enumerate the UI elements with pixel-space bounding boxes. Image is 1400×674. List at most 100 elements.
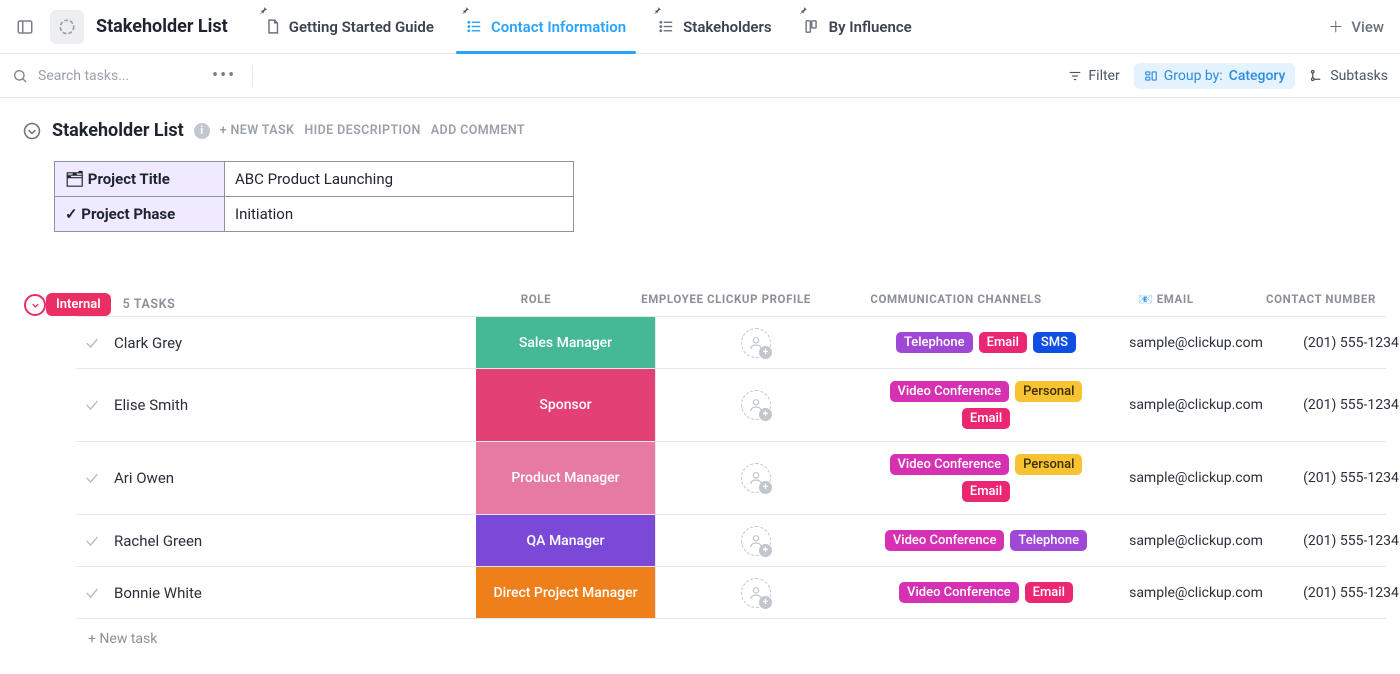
check-icon[interactable] (84, 470, 100, 486)
list-header: Stakeholder List i + NEW TASK HIDE DESCR… (14, 114, 1386, 155)
group-task-count: 5 TASKS (123, 297, 176, 312)
role-cell[interactable]: Sales Manager (476, 317, 656, 368)
channel-tag[interactable]: Video Conference (885, 530, 1005, 551)
task-rows: Clark GreySales Manager + Telephone Email SM… (76, 316, 1386, 619)
channel-tag[interactable]: Telephone (1010, 530, 1087, 551)
task-row[interactable]: Elise SmithSponsor + Video ConferencePerso… (76, 369, 1386, 442)
tab-contact-information[interactable]: Contact Information (450, 0, 642, 53)
channels-cell[interactable]: Video ConferenceTelephone (856, 515, 1116, 566)
tab-stakeholders[interactable]: Stakeholders (642, 0, 787, 53)
column-header-email[interactable]: 📧 EMAIL (1086, 292, 1246, 316)
column-header-profile[interactable]: EMPLOYEE CLICKUP PROFILE (626, 292, 826, 316)
check-icon[interactable] (84, 585, 100, 601)
contact-cell[interactable]: (201) 555-1234 (1276, 442, 1400, 514)
channel-tag[interactable]: Email (962, 408, 1010, 429)
email-cell[interactable]: sample@clickup.com (1116, 369, 1276, 441)
project-info-table: 🗂 Project Title ABC Product Launching ✓ … (54, 161, 574, 232)
assign-user-icon[interactable]: + (741, 526, 771, 556)
channel-tag[interactable]: Telephone (896, 332, 973, 353)
task-name-cell[interactable]: Ari Owen (76, 442, 476, 514)
role-cell[interactable]: Direct Project Manager (476, 567, 656, 618)
tool-row: ••• Filter Group by: Category Subtasks (0, 54, 1400, 98)
project-phase-value[interactable]: Initiation (225, 197, 574, 232)
project-title-value[interactable]: ABC Product Launching (225, 162, 574, 197)
column-header-role[interactable]: ROLE (446, 292, 626, 316)
pin-icon (461, 6, 470, 15)
profile-cell[interactable]: + (656, 317, 856, 368)
task-row[interactable]: Bonnie White Direct Project Manager + Video… (76, 567, 1386, 619)
search-input[interactable] (36, 67, 196, 85)
channel-tag[interactable]: Email (962, 481, 1010, 502)
assign-user-icon[interactable]: + (741, 463, 771, 493)
role-cell[interactable]: Product Manager (476, 442, 656, 514)
channel-tag[interactable]: Video Conference (899, 582, 1019, 603)
group-name-pill[interactable]: Internal (46, 293, 111, 316)
email-cell[interactable]: sample@clickup.com (1116, 317, 1276, 368)
channels-cell[interactable]: Video ConferencePersonalEmail (856, 442, 1116, 514)
tab-label: Stakeholders (683, 18, 771, 36)
channels-cell[interactable]: Video ConferencePersonalEmail (856, 369, 1116, 441)
sidebar-toggle-icon[interactable] (8, 10, 42, 44)
assign-user-icon[interactable]: + (741, 578, 771, 608)
contact-cell[interactable]: (201) 555-1234 (1276, 369, 1400, 441)
task-row[interactable]: Rachel GreenQA Manager + Video ConferenceT… (76, 515, 1386, 567)
channel-tag[interactable]: Video Conference (890, 381, 1010, 402)
search-icon (12, 68, 28, 84)
profile-cell[interactable]: + (656, 567, 856, 618)
task-name-cell[interactable]: Elise Smith (76, 369, 476, 441)
tab-by-influence[interactable]: By Influence (788, 0, 928, 53)
channel-tag[interactable]: SMS (1033, 332, 1076, 353)
search-box[interactable] (12, 67, 196, 85)
hide-description-button[interactable]: HIDE DESCRIPTION (304, 123, 420, 138)
channels-cell[interactable]: Video Conference Email (856, 567, 1116, 618)
profile-cell[interactable]: + (656, 515, 856, 566)
channel-tag[interactable]: Email (1025, 582, 1073, 603)
subtasks-button[interactable]: Subtasks (1309, 68, 1388, 84)
add-comment-button[interactable]: ADD COMMENT (431, 123, 525, 138)
email-cell[interactable]: sample@clickup.com (1116, 442, 1276, 514)
channel-tag[interactable]: Personal (1015, 381, 1082, 402)
filter-button[interactable]: Filter (1068, 68, 1119, 84)
contact-cell[interactable]: (201) 555-1234 (1276, 515, 1400, 566)
channel-tag[interactable]: Video Conference (890, 454, 1010, 475)
new-task-button[interactable]: + NEW TASK (220, 123, 295, 138)
check-icon[interactable] (84, 397, 100, 413)
more-menu-button[interactable]: ••• (206, 65, 242, 86)
task-name-cell[interactable]: Clark Grey (76, 317, 476, 368)
email-cell[interactable]: sample@clickup.com (1116, 515, 1276, 566)
group-by-button[interactable]: Group by: Category (1134, 63, 1296, 89)
check-icon[interactable] (84, 335, 100, 351)
group-collapse-icon[interactable] (24, 294, 46, 316)
info-icon[interactable]: i (194, 123, 210, 139)
new-task-row[interactable]: + New task (76, 619, 1386, 659)
column-header-channels[interactable]: COMMUNICATION CHANNELS (826, 292, 1086, 316)
pin-icon (259, 6, 268, 15)
role-cell[interactable]: QA Manager (476, 515, 656, 566)
assign-user-icon[interactable]: + (741, 390, 771, 420)
task-name: Bonnie White (114, 584, 202, 602)
channels-cell[interactable]: Telephone Email SMS (856, 317, 1116, 368)
tab-getting-started-guide[interactable]: Getting Started Guide (248, 0, 450, 53)
add-view-button[interactable]: ＋ View (1312, 0, 1400, 53)
add-view-label: View (1351, 18, 1384, 36)
profile-cell[interactable]: + (656, 369, 856, 441)
task-name-cell[interactable]: Rachel Green (76, 515, 476, 566)
channel-tag[interactable]: Personal (1015, 454, 1082, 475)
task-name-cell[interactable]: Bonnie White (76, 567, 476, 618)
assign-user-icon[interactable]: + (741, 328, 771, 358)
column-header-contact[interactable]: CONTACT NUMBER (1246, 292, 1396, 316)
contact-cell[interactable]: (201) 555-1234 (1276, 567, 1400, 618)
email-cell[interactable]: sample@clickup.com (1116, 567, 1276, 618)
top-tab-bar: Stakeholder List Getting Started GuideCo… (0, 0, 1400, 54)
group-by-value: Category (1229, 68, 1286, 84)
task-row[interactable]: Ari OwenProduct Manager + Video Conference… (76, 442, 1386, 515)
channel-tag[interactable]: Email (979, 332, 1027, 353)
chevron-down-circle-icon[interactable] (22, 121, 42, 141)
contact-cell[interactable]: (201) 555-1234 (1276, 317, 1400, 368)
plus-icon: + (759, 544, 772, 557)
check-icon[interactable] (84, 533, 100, 549)
profile-cell[interactable]: + (656, 442, 856, 514)
role-cell[interactable]: Sponsor (476, 369, 656, 441)
group-by-icon (1144, 69, 1158, 83)
task-row[interactable]: Clark GreySales Manager + Telephone Email SM… (76, 317, 1386, 369)
